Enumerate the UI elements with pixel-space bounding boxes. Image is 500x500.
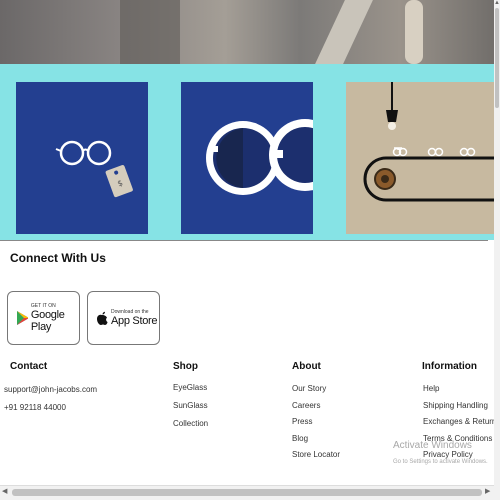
information-heading: Information	[422, 361, 477, 372]
info-link-exchanges[interactable]: Exchanges & Returns	[423, 417, 500, 426]
about-link-blog[interactable]: Blog	[292, 434, 308, 443]
about-link-our-story[interactable]: Our Story	[292, 384, 326, 393]
contact-email-link[interactable]: support@john-jacobs.com	[4, 385, 97, 394]
sunglasses-icon	[206, 119, 313, 195]
about-link-careers[interactable]: Careers	[292, 401, 320, 410]
promo-card-production[interactable]	[346, 82, 500, 234]
footer-divider	[0, 240, 488, 241]
scroll-up-arrow-icon[interactable]: ▲	[494, 0, 500, 6]
hero-banner-image	[0, 0, 500, 64]
horizontal-scroll-thumb[interactable]	[12, 489, 482, 496]
app-store-label: App Store	[111, 315, 158, 327]
google-play-label: Google Play	[30, 309, 65, 333]
hero-highlight	[315, 0, 373, 64]
lamp-icon	[386, 110, 398, 130]
about-link-store-locator[interactable]: Store Locator	[292, 450, 340, 459]
connect-heading: Connect With Us	[10, 251, 106, 265]
contact-heading: Contact	[10, 361, 48, 372]
price-tag-icon: $	[105, 165, 133, 198]
hero-shadow	[120, 0, 180, 64]
info-link-shipping[interactable]: Shipping Handling	[423, 401, 488, 410]
about-heading: About	[292, 361, 321, 372]
activate-windows-watermark: Activate Windows	[393, 440, 472, 451]
scroll-left-arrow-icon[interactable]: ◀	[2, 487, 7, 495]
scroll-right-arrow-icon[interactable]: ▶	[485, 487, 490, 495]
contact-phone-link[interactable]: +91 92118 44000	[4, 403, 66, 412]
shop-link-collection[interactable]: Collection	[173, 419, 208, 428]
shop-link-sunglass[interactable]: SunGlass	[173, 401, 208, 410]
app-store-button[interactable]: Download on the App Store	[87, 291, 160, 345]
shop-heading: Shop	[173, 361, 198, 372]
info-link-help[interactable]: Help	[423, 384, 439, 393]
conveyor-icon	[363, 82, 500, 202]
google-play-icon	[17, 311, 28, 325]
vertical-scroll-thumb[interactable]	[495, 8, 499, 108]
glasses-icon: $	[55, 140, 133, 198]
about-link-press[interactable]: Press	[292, 417, 312, 426]
promo-card-eyeglasses[interactable]: $	[16, 82, 148, 234]
promo-card-sunglasses[interactable]	[181, 82, 313, 234]
apple-icon	[97, 311, 108, 325]
google-play-button[interactable]: GET IT ON Google Play	[7, 291, 80, 345]
info-link-privacy[interactable]: Privacy Policy	[423, 450, 473, 459]
hero-highlight-2	[405, 0, 423, 64]
activate-windows-hint: Go to Settings to activate Windows.	[393, 459, 488, 465]
shop-link-eyeglass[interactable]: EyeGlass	[173, 383, 207, 392]
